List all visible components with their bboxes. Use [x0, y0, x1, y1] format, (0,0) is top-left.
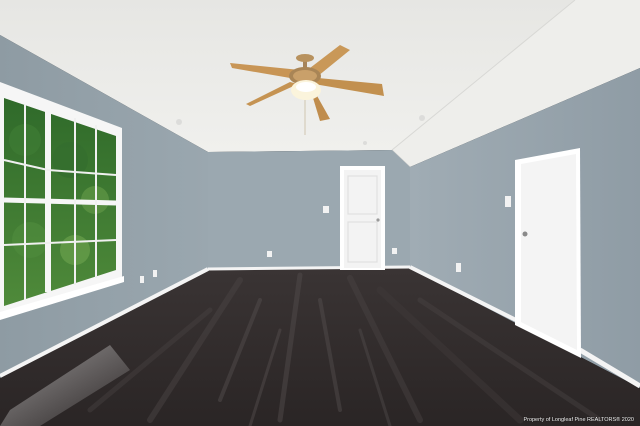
- room-photo: Property of Longleaf Pine REALTORS® 2020: [0, 0, 640, 426]
- right-door: [515, 148, 581, 358]
- light-switch-back: [323, 206, 329, 213]
- outlet-left-1: [140, 276, 144, 283]
- outlet-back-1: [267, 251, 272, 257]
- outlet-back-2: [392, 248, 397, 254]
- outlet-left-2: [153, 270, 157, 277]
- photo-watermark: Property of Longleaf Pine REALTORS® 2020: [523, 417, 634, 423]
- back-door: [340, 166, 385, 270]
- light-switch-right: [505, 196, 511, 207]
- outlet-right: [456, 263, 461, 272]
